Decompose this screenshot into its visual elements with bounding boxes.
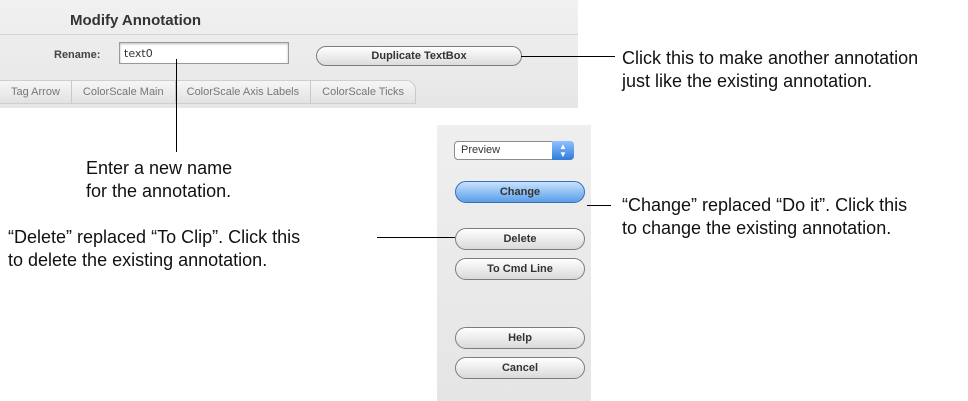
delete-callout-line bbox=[377, 237, 455, 238]
mode-select-value: Preview bbox=[461, 144, 501, 156]
delete-callout-line-1: “Delete” replaced “To Clip”. Click this bbox=[8, 227, 301, 247]
delete-callout-line-2: to delete the existing annotation. bbox=[8, 250, 268, 270]
delete-callout: “Delete” replaced “To Clip”. Click this … bbox=[8, 226, 300, 272]
change-callout-line bbox=[587, 205, 611, 206]
rename-callout-line-1: Enter a new name bbox=[86, 158, 233, 178]
to-cmd-line-button[interactable]: To Cmd Line bbox=[455, 258, 585, 280]
mode-select[interactable]: Preview ▲ ▼ bbox=[454, 141, 574, 160]
change-callout: “Change” replaced “Do it”. Click this to… bbox=[622, 194, 907, 240]
rename-callout: Enter a new name for the annotation. bbox=[86, 157, 232, 203]
duplicate-callout-line-2: just like the existing annotation. bbox=[622, 71, 873, 91]
help-button[interactable]: Help bbox=[455, 327, 585, 349]
duplicate-callout-line-1: Click this to make another annotation bbox=[622, 48, 919, 68]
updown-arrows-icon: ▲ ▼ bbox=[552, 141, 574, 160]
rename-callout-line-2: for the annotation. bbox=[86, 181, 232, 201]
change-callout-line-2: to change the existing annotation. bbox=[622, 218, 892, 238]
tab-colorscale-axis-labels[interactable]: ColorScale Axis Labels bbox=[175, 80, 312, 104]
cancel-button[interactable]: Cancel bbox=[455, 357, 585, 379]
duplicate-callout: Click this to make another annotation ju… bbox=[622, 47, 918, 93]
tab-colorscale-ticks[interactable]: ColorScale Ticks bbox=[311, 80, 417, 104]
tab-tag-arrow[interactable]: Tag Arrow bbox=[0, 80, 72, 104]
tab-colorscale-main[interactable]: ColorScale Main bbox=[71, 80, 176, 104]
annotation-tabs: Tag Arrow ColorScale Main ColorScale Axi… bbox=[0, 80, 578, 104]
rename-callout-line bbox=[176, 59, 177, 152]
change-callout-line-1: “Change” replaced “Do it”. Click this bbox=[622, 195, 908, 215]
duplicate-textbox-button[interactable]: Duplicate TextBox bbox=[316, 46, 522, 66]
dialog-title: Modify Annotation bbox=[70, 12, 202, 29]
rename-label: Rename: bbox=[54, 49, 101, 61]
change-button[interactable]: Change bbox=[455, 181, 585, 203]
dialog-title-bar: Modify Annotation bbox=[0, 8, 578, 35]
rename-input[interactable] bbox=[119, 42, 289, 64]
action-button-panel: Preview ▲ ▼ Change Delete To Cmd Line Hel… bbox=[437, 125, 591, 401]
duplicate-callout-line bbox=[521, 56, 615, 57]
delete-button[interactable]: Delete bbox=[455, 228, 585, 250]
modify-annotation-dialog: Modify Annotation Rename: Duplicate Text… bbox=[0, 0, 578, 108]
